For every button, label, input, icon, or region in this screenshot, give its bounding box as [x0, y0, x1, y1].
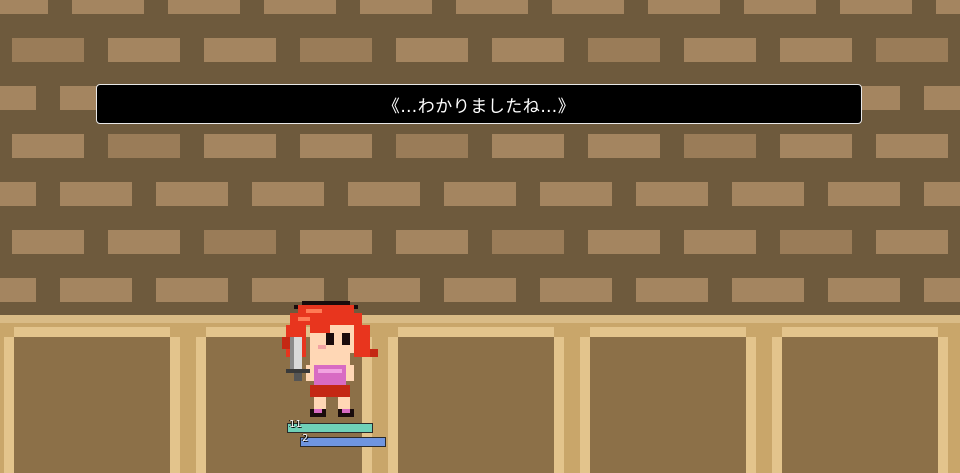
wall-brick — [588, 38, 660, 62]
wall-brick — [396, 230, 468, 254]
wall-brick — [444, 278, 516, 302]
wall-brick — [732, 278, 804, 302]
floor-tile-corner — [388, 327, 398, 337]
wall-brick — [0, 182, 36, 206]
wall-brick — [204, 230, 276, 254]
wall-brick — [840, 0, 912, 14]
wall-brick — [456, 0, 528, 14]
wall-brick — [0, 86, 36, 110]
floor-tile — [772, 327, 948, 473]
floor-tile-corner — [746, 327, 756, 337]
wall-brick — [648, 0, 720, 14]
floor-tile-corner — [4, 327, 14, 337]
wall-brick — [60, 278, 132, 302]
floor-tile-inner — [398, 337, 554, 473]
floor-tile-corner — [196, 327, 206, 337]
floor-tile-corner — [554, 327, 564, 337]
brick-wall — [0, 0, 960, 315]
wall-brick — [264, 0, 336, 14]
wall-brick — [540, 182, 612, 206]
wall-brick — [780, 230, 852, 254]
wall-brick — [636, 182, 708, 206]
wall-brick — [0, 0, 48, 14]
mp-value: 2 — [302, 433, 309, 444]
floor-tile-inner — [782, 337, 938, 473]
floor-tile-corner — [580, 327, 590, 337]
hero-sprite[interactable] — [274, 300, 386, 422]
wall-brick — [396, 134, 468, 158]
wall-brick — [636, 278, 708, 302]
dialog-text: 《…わかりましたね…》 — [382, 96, 576, 117]
wall-brick — [108, 38, 180, 62]
wall-brick — [828, 278, 900, 302]
wall-brick — [924, 278, 960, 302]
wall-brick — [684, 230, 756, 254]
floor-edge — [0, 315, 960, 323]
wall-brick — [300, 230, 372, 254]
wall-brick — [300, 38, 372, 62]
wall-brick — [924, 86, 960, 110]
mp-bar-fill — [301, 438, 385, 446]
mp-bar — [300, 437, 386, 447]
wall-brick — [684, 134, 756, 158]
wall-brick — [168, 0, 240, 14]
wall-brick — [876, 134, 948, 158]
wall-brick — [348, 278, 420, 302]
wall-brick — [348, 182, 420, 206]
floor-tile-inner — [590, 337, 746, 473]
wall-brick — [924, 182, 960, 206]
dialog-box[interactable]: 《…わかりましたね…》 — [96, 84, 862, 124]
wall-brick — [12, 230, 84, 254]
wall-brick — [828, 182, 900, 206]
wall-brick — [588, 134, 660, 158]
wall-brick — [876, 38, 948, 62]
floor-tile — [388, 327, 564, 473]
wall-brick — [156, 278, 228, 302]
wall-brick — [360, 0, 432, 14]
wall-brick — [744, 0, 816, 14]
wall-brick — [876, 230, 948, 254]
wall-brick — [72, 0, 144, 14]
wall-brick — [732, 182, 804, 206]
wall-brick — [552, 0, 624, 14]
wall-brick — [252, 182, 324, 206]
wall-brick — [684, 38, 756, 62]
wall-brick — [156, 182, 228, 206]
wall-brick — [492, 230, 564, 254]
game-screen: 《…わかりましたね…》 11 2 — [0, 0, 960, 473]
wall-brick — [444, 182, 516, 206]
hero-sprite-image — [282, 301, 378, 417]
wall-brick — [204, 38, 276, 62]
floor-tile-corner — [772, 327, 782, 337]
wall-brick — [108, 134, 180, 158]
wall-brick — [540, 278, 612, 302]
stone-floor — [0, 315, 960, 473]
wall-brick — [108, 230, 180, 254]
wall-brick — [12, 38, 84, 62]
hp-value: 11 — [289, 419, 302, 430]
floor-tile-corner — [938, 327, 948, 337]
wall-brick — [0, 278, 36, 302]
wall-brick — [492, 38, 564, 62]
floor-tile — [580, 327, 756, 473]
wall-brick — [936, 0, 960, 14]
wall-brick — [12, 134, 84, 158]
floor-tile — [4, 327, 180, 473]
wall-brick — [588, 230, 660, 254]
wall-brick — [204, 134, 276, 158]
wall-brick — [300, 134, 372, 158]
wall-brick — [780, 38, 852, 62]
wall-brick — [492, 134, 564, 158]
wall-brick — [252, 278, 324, 302]
wall-brick — [60, 182, 132, 206]
floor-tile-inner — [14, 337, 170, 473]
floor-tile-corner — [170, 327, 180, 337]
wall-brick — [396, 38, 468, 62]
wall-brick — [780, 134, 852, 158]
